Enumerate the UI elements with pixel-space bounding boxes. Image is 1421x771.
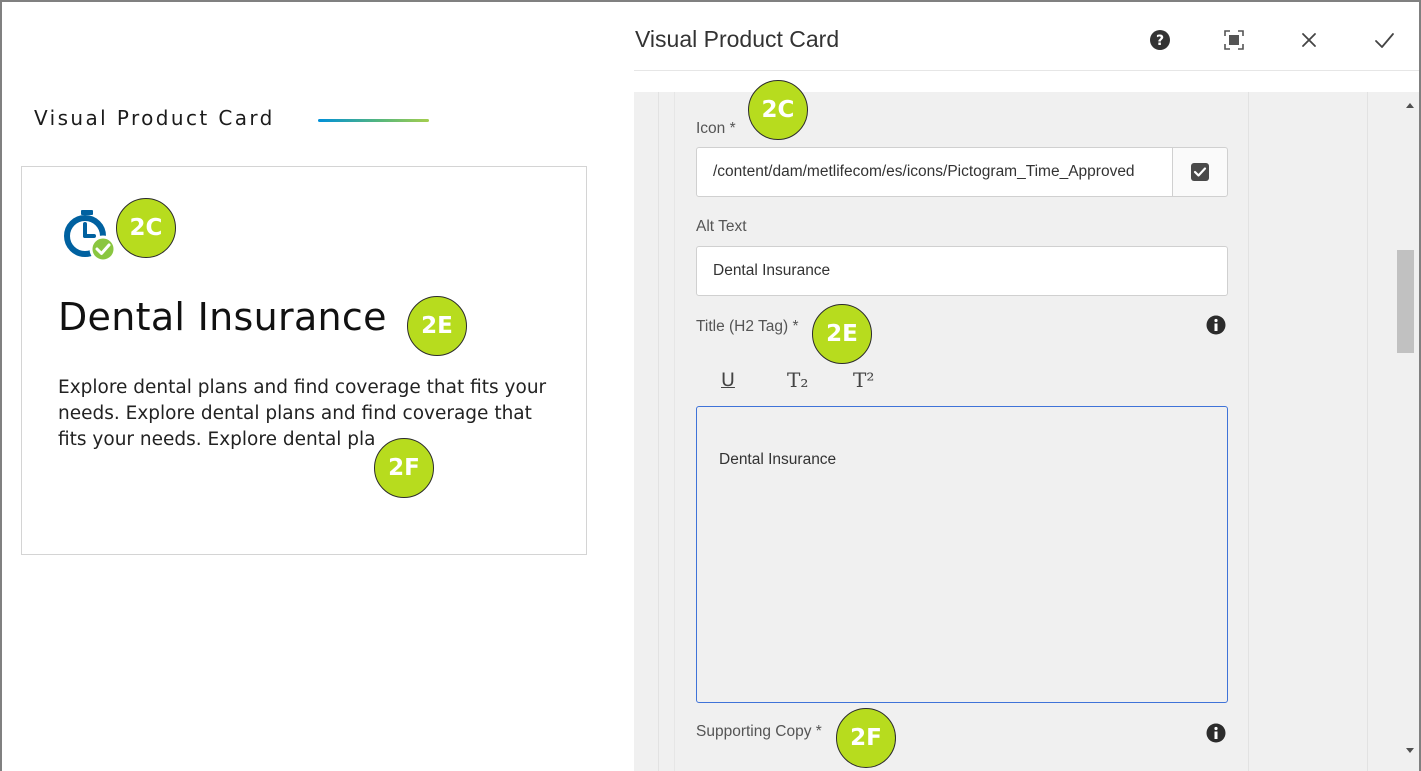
panel-border: [674, 92, 675, 771]
scroll-down-icon[interactable]: [1403, 743, 1417, 757]
scroll-up-icon[interactable]: [1403, 99, 1417, 113]
stopwatch-check-icon: [57, 203, 121, 267]
info-icon[interactable]: [1206, 315, 1226, 335]
subscript-button[interactable]: T₂: [763, 362, 829, 398]
annotation-badge-2c: 2C: [116, 198, 176, 258]
alt-text-field[interactable]: Dental Insurance: [696, 246, 1228, 296]
scrollbar-track[interactable]: [1402, 92, 1419, 771]
annotation-badge-2e: 2E: [812, 304, 872, 364]
fullscreen-button[interactable]: [1216, 22, 1252, 58]
done-icon: [1375, 33, 1394, 48]
rich-text-toolbar: U T₂ T²: [697, 362, 895, 398]
annotation-badge-2e: 2E: [407, 296, 467, 356]
superscript-button[interactable]: T²: [829, 362, 895, 398]
checkbox-checked-icon: [1191, 163, 1209, 181]
svg-text:?: ?: [1156, 33, 1164, 49]
alt-text-label: Alt Text: [696, 218, 747, 235]
annotation-badge-2c: 2C: [748, 80, 808, 140]
panel-border: [658, 92, 659, 771]
path-browse-button[interactable]: [1172, 147, 1228, 197]
card-body-text: Explore dental plans and find coverage t…: [58, 377, 547, 450]
close-icon: [1302, 33, 1316, 47]
title-rich-text-editor[interactable]: Dental Insurance: [696, 406, 1228, 703]
underline-button[interactable]: U: [697, 362, 763, 398]
info-icon[interactable]: [1206, 723, 1226, 743]
supporting-copy-label: Supporting Copy *: [696, 723, 822, 740]
panel-border: [1367, 92, 1368, 771]
heading-underline: [318, 119, 429, 122]
icon-field-label: Icon *: [696, 120, 736, 137]
dialog-title: Visual Product Card: [635, 26, 840, 52]
scrollbar-thumb[interactable]: [1397, 250, 1414, 353]
help-button[interactable]: ?: [1142, 22, 1178, 58]
icon-path-field[interactable]: /content/dam/metlifecom/es/icons/Pictogr…: [696, 147, 1173, 197]
annotation-badge-2f: 2F: [374, 438, 434, 498]
product-card: Dental Insurance Explore dental plans an…: [21, 166, 587, 555]
panel-border: [1248, 92, 1249, 771]
title-field-label: Title (H2 Tag) *: [696, 318, 799, 335]
card-title: Dental Insurance: [58, 295, 387, 339]
done-button[interactable]: [1366, 22, 1402, 58]
close-button[interactable]: [1291, 22, 1327, 58]
help-icon: ?: [1150, 30, 1170, 50]
dialog-header: Visual Product Card ?: [634, 2, 1419, 71]
annotation-badge-2f: 2F: [836, 708, 896, 768]
preview-section-heading: Visual Product Card: [34, 106, 275, 130]
fullscreen-icon: [1224, 30, 1244, 50]
